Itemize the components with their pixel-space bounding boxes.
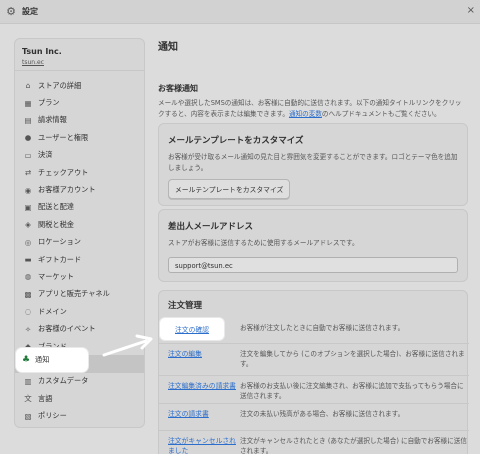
annotation-arrow xyxy=(102,334,153,357)
arrow-shaft xyxy=(102,339,148,357)
